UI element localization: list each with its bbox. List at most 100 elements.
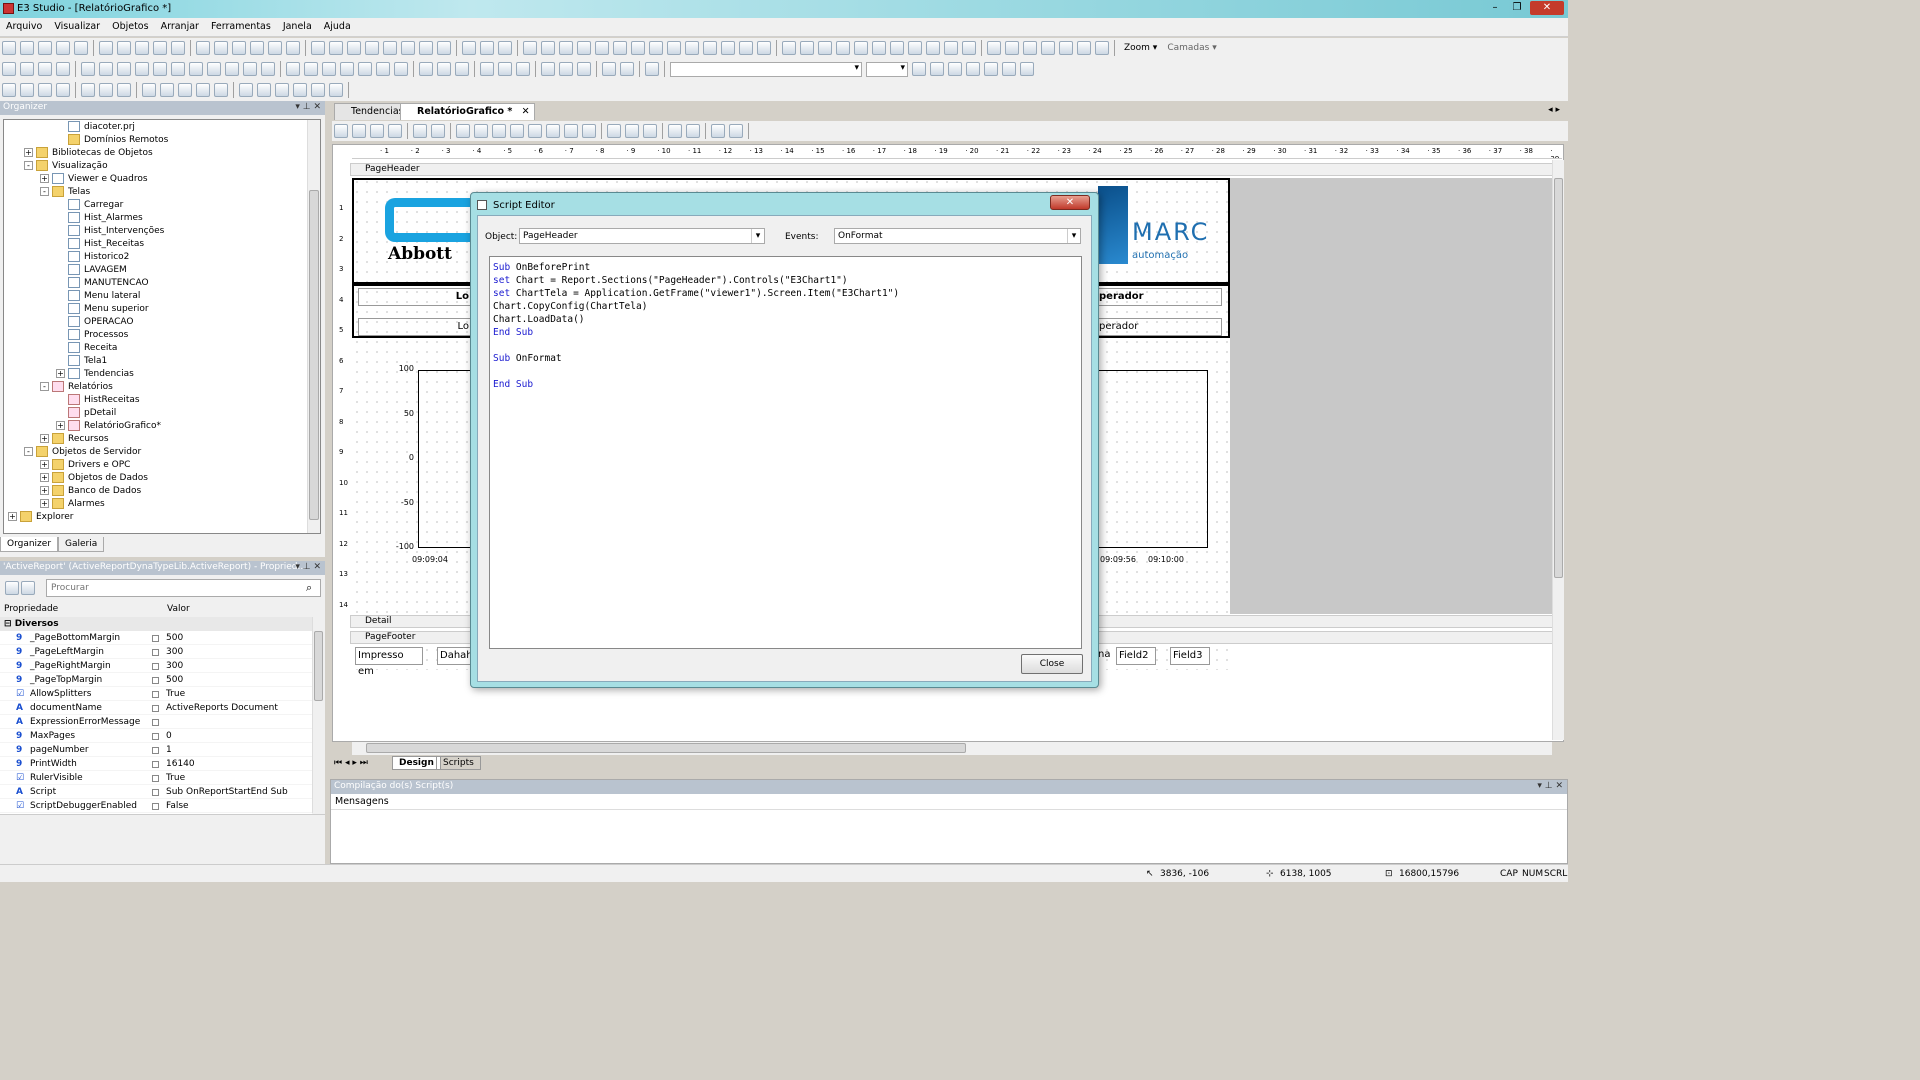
close-tab-icon[interactable]: ✕: [522, 106, 530, 117]
toolbar-tool-icon[interactable]: [1059, 41, 1073, 55]
close-window-button[interactable]: ✕: [1530, 1, 1564, 15]
toolbar-tool-icon[interactable]: [20, 62, 34, 76]
property-row[interactable]: 9 _PageBottomMargin 500: [0, 631, 312, 645]
toolbar-tool-icon[interactable]: [311, 83, 325, 97]
toolbar-tool-icon[interactable]: [117, 41, 131, 55]
toolbar-tool-icon[interactable]: [329, 83, 343, 97]
property-row[interactable]: ☑ ScriptDebuggerEnabled False: [0, 799, 312, 813]
tree-item[interactable]: Receita: [68, 342, 117, 355]
toolbar-tool-icon[interactable]: [142, 83, 156, 97]
section-pageheader[interactable]: PageHeader: [350, 163, 1562, 176]
tree-item[interactable]: Hist_Alarmes: [68, 212, 143, 225]
toolbar-tool-icon[interactable]: [854, 41, 868, 55]
property-value[interactable]: ActiveReports Document: [166, 701, 278, 715]
property-value[interactable]: 500: [166, 631, 183, 645]
tree-item[interactable]: Menu superior: [68, 303, 149, 316]
property-value[interactable]: 0: [166, 729, 172, 743]
toolbar-tool-icon[interactable]: [56, 41, 70, 55]
expand-icon[interactable]: +: [8, 512, 17, 521]
toolbar-tool-icon[interactable]: [2, 62, 16, 76]
toolbar-tool-icon[interactable]: [498, 62, 512, 76]
toolbar-tool-icon[interactable]: [607, 124, 621, 138]
property-row[interactable]: A ExpressionErrorMessage: [0, 715, 312, 729]
tree-item[interactable]: MANUTENCAO: [68, 277, 149, 290]
tree-item[interactable]: - Relatórios: [40, 381, 113, 394]
menu-janela[interactable]: Janela: [277, 18, 318, 32]
toolbar-tool-icon[interactable]: [686, 124, 700, 138]
toolbar-tool-icon[interactable]: [1077, 41, 1091, 55]
property-row[interactable]: ☑ AllowSplitters True: [0, 687, 312, 701]
toolbar-tool-icon[interactable]: [286, 41, 300, 55]
format-tool-icon[interactable]: [1020, 62, 1034, 76]
tab-design[interactable]: Design: [392, 756, 441, 770]
toolbar-tool-icon[interactable]: [160, 83, 174, 97]
collapse-icon[interactable]: -: [40, 382, 49, 391]
footer-na[interactable]: na: [1098, 647, 1114, 665]
toolbar-tool-icon[interactable]: [383, 41, 397, 55]
property-value[interactable]: 500: [166, 673, 183, 687]
property-value[interactable]: True: [166, 687, 185, 701]
tree-item[interactable]: + Drivers e OPC: [40, 459, 130, 472]
footer-impresso[interactable]: Impresso em: [355, 647, 423, 677]
zoom-dropdown[interactable]: Zoom ▾: [1124, 43, 1157, 53]
menu-arquivo[interactable]: Arquivo: [0, 18, 48, 32]
toolbar-tool-icon[interactable]: [214, 41, 228, 55]
toolbar-tool-icon[interactable]: [818, 41, 832, 55]
toolbar-tool-icon[interactable]: [171, 62, 185, 76]
property-row[interactable]: AdocumentName ActiveReports Document: [0, 701, 312, 715]
property-row[interactable]: 9 _PageRightMargin 300: [0, 659, 312, 673]
toolbar-tool-icon[interactable]: [117, 83, 131, 97]
properties-scrollbar[interactable]: [312, 617, 324, 813]
property-row[interactable]: 9 pageNumber 1: [0, 743, 312, 757]
toolbar-tool-icon[interactable]: [74, 41, 88, 55]
footer-field2[interactable]: Field2: [1116, 647, 1156, 665]
toolbar-tool-icon[interactable]: [480, 62, 494, 76]
tree-item[interactable]: Domínios Remotos: [68, 134, 168, 147]
menu-visualizar[interactable]: Visualizar: [48, 18, 106, 32]
toolbar-tool-icon[interactable]: [275, 83, 289, 97]
toolbar-tool-icon[interactable]: [510, 124, 524, 138]
label-lo-2[interactable]: Lo: [358, 318, 472, 336]
toolbar-tool-icon[interactable]: [261, 62, 275, 76]
toolbar-tool-icon[interactable]: [944, 41, 958, 55]
property-row[interactable]: 9 _PageLeftMargin 300: [0, 645, 312, 659]
toolbar-tool-icon[interactable]: [498, 41, 512, 55]
organizer-tree[interactable]: diacoter.prj Domínios Remotos + Bibliotecas…: [3, 119, 321, 534]
search-icon[interactable]: ⌕: [306, 581, 312, 595]
toolbar-tool-icon[interactable]: [365, 41, 379, 55]
toolbar-tool-icon[interactable]: [257, 83, 271, 97]
toolbar-tool-icon[interactable]: [523, 41, 537, 55]
toolbar-tool-icon[interactable]: [456, 124, 470, 138]
toolbar-tool-icon[interactable]: [56, 83, 70, 97]
toolbar-tool-icon[interactable]: [462, 41, 476, 55]
toolbar-tool-icon[interactable]: [729, 124, 743, 138]
toolbar-tool-icon[interactable]: [474, 124, 488, 138]
tree-item[interactable]: Processos: [68, 329, 128, 342]
toolbar-tool-icon[interactable]: [401, 41, 415, 55]
toolbar-tool-icon[interactable]: [243, 62, 257, 76]
toolbar-tool-icon[interactable]: [1095, 41, 1109, 55]
tree-item[interactable]: - Telas: [40, 186, 90, 199]
page-nav-icon[interactable]: ⏮ ◂ ▸ ⏭: [334, 758, 368, 768]
property-value[interactable]: Sub OnReportStartEnd Sub: [166, 785, 288, 799]
tree-item[interactable]: + Objetos de Dados: [40, 472, 148, 485]
toolbar-tool-icon[interactable]: [388, 124, 402, 138]
expand-icon[interactable]: +: [56, 369, 65, 378]
tree-item[interactable]: Carregar: [68, 199, 123, 212]
collapse-icon[interactable]: -: [40, 187, 49, 196]
tree-item[interactable]: - Objetos de Servidor: [24, 446, 141, 459]
toolbar-tool-icon[interactable]: [908, 41, 922, 55]
font-name-select[interactable]: [670, 62, 862, 77]
label-operador-1[interactable]: perador: [1098, 288, 1222, 306]
toolbar-tool-icon[interactable]: [171, 41, 185, 55]
format-tool-icon[interactable]: [984, 62, 998, 76]
toolbar-tool-icon[interactable]: [739, 41, 753, 55]
toolbar-tool-icon[interactable]: [153, 62, 167, 76]
toolbar-tool-icon[interactable]: [541, 41, 555, 55]
toolbar-tool-icon[interactable]: [178, 83, 192, 97]
toolbar-tool-icon[interactable]: [268, 41, 282, 55]
toolbar-tool-icon[interactable]: [99, 83, 113, 97]
toolbar-tool-icon[interactable]: [987, 41, 1001, 55]
tree-item[interactable]: + Explorer: [8, 511, 73, 524]
property-value[interactable]: 1: [166, 743, 172, 757]
